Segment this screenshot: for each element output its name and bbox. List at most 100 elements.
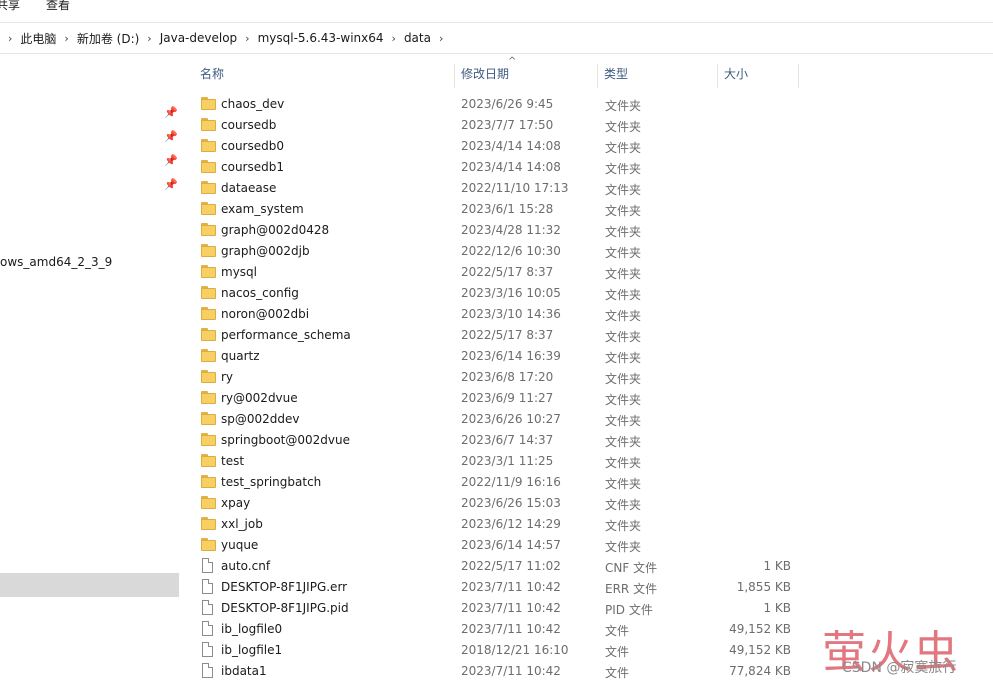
file-type: 文件夹: [605, 267, 642, 281]
address-bar[interactable]: › 此电脑 › 新加卷 (D:) › Java-develop › mysql-5.6.43-…: [0, 23, 993, 54]
file-type: 文件: [605, 645, 630, 659]
file-row[interactable]: dataease 2022/11/10 17:13 文件夹: [190, 178, 993, 199]
file-row[interactable]: springboot@002dvue 2023/6/7 14:37 文件夹: [190, 430, 993, 451]
pin-icon[interactable]: 📌: [164, 130, 178, 144]
folder-icon: [201, 97, 216, 110]
file-type: 文件: [605, 666, 630, 680]
file-row[interactable]: graph@002d0428 2023/4/28 11:32 文件夹: [190, 220, 993, 241]
file-row[interactable]: mysql 2022/5/17 8:37 文件夹: [190, 262, 993, 283]
chevron-right-icon[interactable]: ›: [147, 32, 151, 45]
breadcrumb-item[interactable]: Java-develop: [160, 31, 237, 45]
folder-icon: [201, 496, 216, 509]
folder-icon: [201, 118, 216, 131]
column-header-size[interactable]: 大小: [724, 62, 748, 88]
sort-ascending-icon: ^: [508, 56, 517, 67]
file-modified-date: 2023/4/14 14:08: [461, 160, 561, 174]
file-name: ry@002dvue: [221, 391, 298, 405]
file-name: sp@002ddev: [221, 412, 300, 426]
chevron-right-icon[interactable]: ›: [8, 32, 12, 45]
file-row[interactable]: xpay 2023/6/26 15:03 文件夹: [190, 493, 993, 514]
file-type: 文件夹: [605, 498, 642, 512]
folder-icon: [201, 538, 216, 551]
column-divider[interactable]: [454, 64, 455, 88]
column-header-name[interactable]: 名称: [200, 62, 224, 88]
file-name: DESKTOP-8F1JIPG.err: [221, 580, 348, 594]
file-type: 文件夹: [605, 99, 642, 113]
file-name: ib_logfile0: [221, 622, 283, 636]
file-modified-date: 2022/11/10 17:13: [461, 181, 569, 195]
file-name: ry: [221, 370, 234, 384]
breadcrumb-item[interactable]: mysql-5.6.43-winx64: [258, 31, 384, 45]
file-modified-date: 2023/3/1 11:25: [461, 454, 554, 468]
chevron-right-icon[interactable]: ›: [64, 32, 68, 45]
chevron-right-icon[interactable]: ›: [439, 32, 443, 45]
file-modified-date: 2023/4/28 11:32: [461, 223, 561, 237]
file-name: nacos_config: [221, 286, 299, 300]
pin-icon[interactable]: 📌: [164, 106, 178, 120]
folder-icon: [201, 223, 216, 236]
file-name: yuque: [221, 538, 259, 552]
file-type: 文件夹: [605, 393, 642, 407]
column-divider[interactable]: [717, 64, 718, 88]
file-row[interactable]: graph@002djb 2022/12/6 10:30 文件夹: [190, 241, 993, 262]
file-row[interactable]: coursedb0 2023/4/14 14:08 文件夹: [190, 136, 993, 157]
file-name: coursedb: [221, 118, 277, 132]
folder-icon: [201, 139, 216, 152]
file-type: CNF 文件: [605, 561, 658, 575]
file-name: ibdata1: [221, 664, 267, 678]
file-modified-date: 2023/4/14 14:08: [461, 139, 561, 153]
folder-icon: [201, 181, 216, 194]
column-divider[interactable]: [798, 64, 799, 88]
file-row[interactable]: quartz 2023/6/14 16:39 文件夹: [190, 346, 993, 367]
file-row[interactable]: yuque 2023/6/14 14:57 文件夹: [190, 535, 993, 556]
breadcrumb-item[interactable]: data: [404, 31, 431, 45]
nav-item-selected[interactable]: [0, 573, 179, 597]
column-divider[interactable]: [597, 64, 598, 88]
nav-item-partial[interactable]: ows_amd64_2_3_9: [0, 255, 112, 269]
file-row[interactable]: xxl_job 2023/6/12 14:29 文件夹: [190, 514, 993, 535]
file-row[interactable]: ry@002dvue 2023/6/9 11:27 文件夹: [190, 388, 993, 409]
file-modified-date: 2022/5/17 11:02: [461, 559, 561, 573]
file-row[interactable]: coursedb1 2023/4/14 14:08 文件夹: [190, 157, 993, 178]
file-name: xpay: [221, 496, 251, 510]
file-row[interactable]: noron@002dbi 2023/3/10 14:36 文件夹: [190, 304, 993, 325]
watermark-credit: CSDN @寂寞旅行: [842, 660, 957, 676]
file-row[interactable]: test_springbatch 2022/11/9 16:16 文件夹: [190, 472, 993, 493]
file-icon: [202, 579, 213, 594]
file-modified-date: 2022/11/9 16:16: [461, 475, 561, 489]
file-row[interactable]: DESKTOP-8F1JIPG.err 2023/7/11 10:42 ERR 文件…: [190, 577, 993, 598]
ribbon-tab-share[interactable]: 共享: [0, 0, 20, 13]
file-row[interactable]: exam_system 2023/6/1 15:28 文件夹: [190, 199, 993, 220]
file-row[interactable]: test 2023/3/1 11:25 文件夹: [190, 451, 993, 472]
file-modified-date: 2023/7/11 10:42: [461, 622, 561, 636]
file-name: test: [221, 454, 245, 468]
chevron-right-icon[interactable]: ›: [245, 32, 249, 45]
file-row[interactable]: ry 2023/6/8 17:20 文件夹: [190, 367, 993, 388]
file-row[interactable]: coursedb 2023/7/7 17:50 文件夹: [190, 115, 993, 136]
file-row[interactable]: auto.cnf 2022/5/17 11:02 CNF 文件 1 KB: [190, 556, 993, 577]
file-icon: [202, 663, 213, 678]
file-icon: [202, 600, 213, 615]
file-modified-date: 2023/6/14 14:57: [461, 538, 561, 552]
pin-icon[interactable]: 📌: [164, 154, 178, 168]
folder-icon: [201, 454, 216, 467]
column-header-modified[interactable]: 修改日期: [461, 62, 509, 88]
pin-icon[interactable]: 📌: [164, 178, 178, 192]
breadcrumb-item[interactable]: 此电脑: [20, 30, 56, 47]
file-row[interactable]: sp@002ddev 2023/6/26 10:27 文件夹: [190, 409, 993, 430]
folder-icon: [201, 517, 216, 530]
file-modified-date: 2023/7/11 10:42: [461, 580, 561, 594]
folder-icon: [201, 328, 216, 341]
breadcrumb-item[interactable]: 新加卷 (D:): [77, 30, 139, 47]
file-modified-date: 2023/3/16 10:05: [461, 286, 561, 300]
file-row[interactable]: chaos_dev 2023/6/26 9:45 文件夹: [190, 94, 993, 115]
file-row[interactable]: performance_schema 2022/5/17 8:37 文件夹: [190, 325, 993, 346]
file-type: 文件夹: [605, 309, 642, 323]
folder-icon: [201, 307, 216, 320]
chevron-right-icon[interactable]: ›: [392, 32, 396, 45]
ribbon-tab-view[interactable]: 查看: [46, 0, 70, 13]
file-row[interactable]: nacos_config 2023/3/16 10:05 文件夹: [190, 283, 993, 304]
file-type: 文件夹: [605, 540, 642, 554]
file-name: graph@002d0428: [221, 223, 330, 237]
column-header-type[interactable]: 类型: [604, 62, 628, 88]
